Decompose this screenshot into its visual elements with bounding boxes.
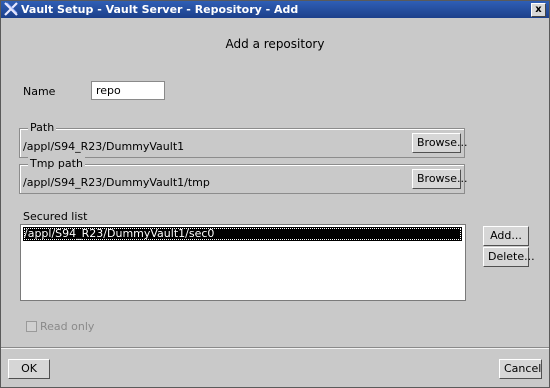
title-bar[interactable]: Vault Setup - Vault Server - Repository …	[1, 1, 549, 18]
delete-button[interactable]: Delete...	[483, 247, 535, 267]
path-value: /appl/S94_R23/DummyVault1	[23, 140, 185, 153]
list-item[interactable]: /appl/S94_R23/DummyVault1/sec0	[23, 227, 462, 241]
ok-button[interactable]: OK	[8, 359, 50, 379]
footer-separator	[1, 347, 549, 349]
cancel-button[interactable]: Cancel	[499, 359, 542, 379]
secured-list[interactable]: /appl/S94_R23/DummyVault1/sec0	[20, 224, 466, 301]
app-logo-icon	[4, 2, 18, 16]
name-label: Name	[23, 85, 56, 98]
path-group: Path /appl/S94_R23/DummyVault1 Browse...	[19, 121, 468, 158]
tmp-path-value: /appl/S94_R23/DummyVault1/tmp	[23, 176, 210, 189]
close-button[interactable]: x	[531, 3, 546, 17]
window-title: Vault Setup - Vault Server - Repository …	[21, 3, 299, 16]
add-button[interactable]: Add...	[483, 226, 529, 246]
dialog-heading: Add a repository	[225, 37, 325, 51]
tmp-path-browse-button[interactable]: Browse...	[412, 169, 468, 189]
tmp-path-group: Tmp path /appl/S94_R23/DummyVault1/tmp B…	[19, 157, 468, 194]
secured-list-label: Secured list	[23, 210, 88, 223]
path-legend: Path	[28, 121, 57, 134]
read-only-checkbox[interactable]	[26, 321, 37, 332]
tmp-path-legend: Tmp path	[28, 157, 85, 170]
name-input[interactable]: repo	[91, 81, 165, 100]
dialog-window: Vault Setup - Vault Server - Repository …	[0, 0, 550, 388]
path-browse-button[interactable]: Browse...	[412, 133, 468, 153]
read-only-label: Read only	[40, 320, 95, 333]
